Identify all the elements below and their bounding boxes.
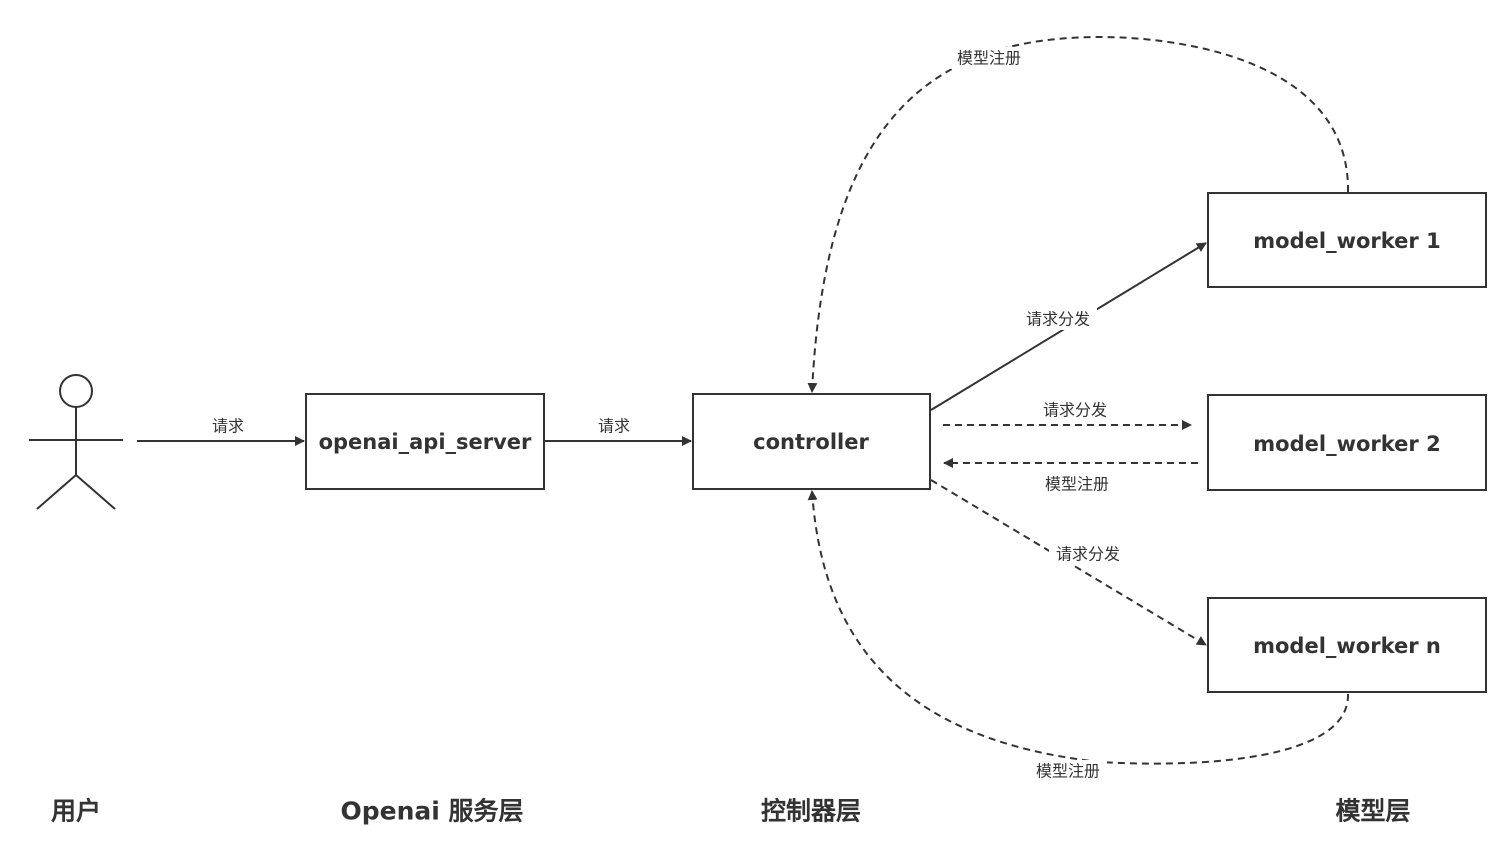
node-controller: controller bbox=[692, 393, 931, 490]
architecture-diagram: 请求 请求 请求分发 请求分发 模型注册 请求分发 模型注册 模型注册 open… bbox=[29, 35, 1487, 826]
node-model-worker-1: model_worker 1 bbox=[1207, 192, 1487, 288]
layer-label-model: 模型层 bbox=[1335, 797, 1410, 826]
edge-label-register-worker-2: 模型注册 bbox=[1045, 475, 1109, 494]
edge-label-register-worker-n: 模型注册 bbox=[1036, 762, 1100, 781]
node-openai-api-server: openai_api_server bbox=[305, 393, 545, 490]
layer-label-user: 用户 bbox=[51, 797, 101, 826]
node-model-worker-2-label: model_worker 2 bbox=[1253, 432, 1440, 456]
edge-label-dispatch-worker-n: 请求分发 bbox=[1056, 545, 1120, 564]
edge-label-dispatch-worker-1: 请求分发 bbox=[1026, 310, 1090, 329]
user-actor-icon bbox=[29, 374, 123, 510]
node-controller-label: controller bbox=[753, 430, 869, 454]
edge-label-register-worker-1: 模型注册 bbox=[957, 49, 1021, 68]
edge-label-server-to-controller: 请求 bbox=[598, 417, 630, 436]
edge-label-user-to-server: 请求 bbox=[212, 417, 244, 436]
node-model-worker-n: model_worker n bbox=[1207, 597, 1487, 693]
node-model-worker-1-label: model_worker 1 bbox=[1253, 229, 1440, 253]
edge-label-dispatch-worker-2: 请求分发 bbox=[1043, 401, 1107, 420]
node-model-worker-2: model_worker 2 bbox=[1207, 394, 1487, 491]
layer-label-service: Openai 服务层 bbox=[340, 797, 523, 826]
layer-label-controller: 控制器层 bbox=[761, 797, 861, 826]
node-model-worker-n-label: model_worker n bbox=[1253, 634, 1441, 658]
node-openai-api-server-label: openai_api_server bbox=[319, 430, 532, 454]
